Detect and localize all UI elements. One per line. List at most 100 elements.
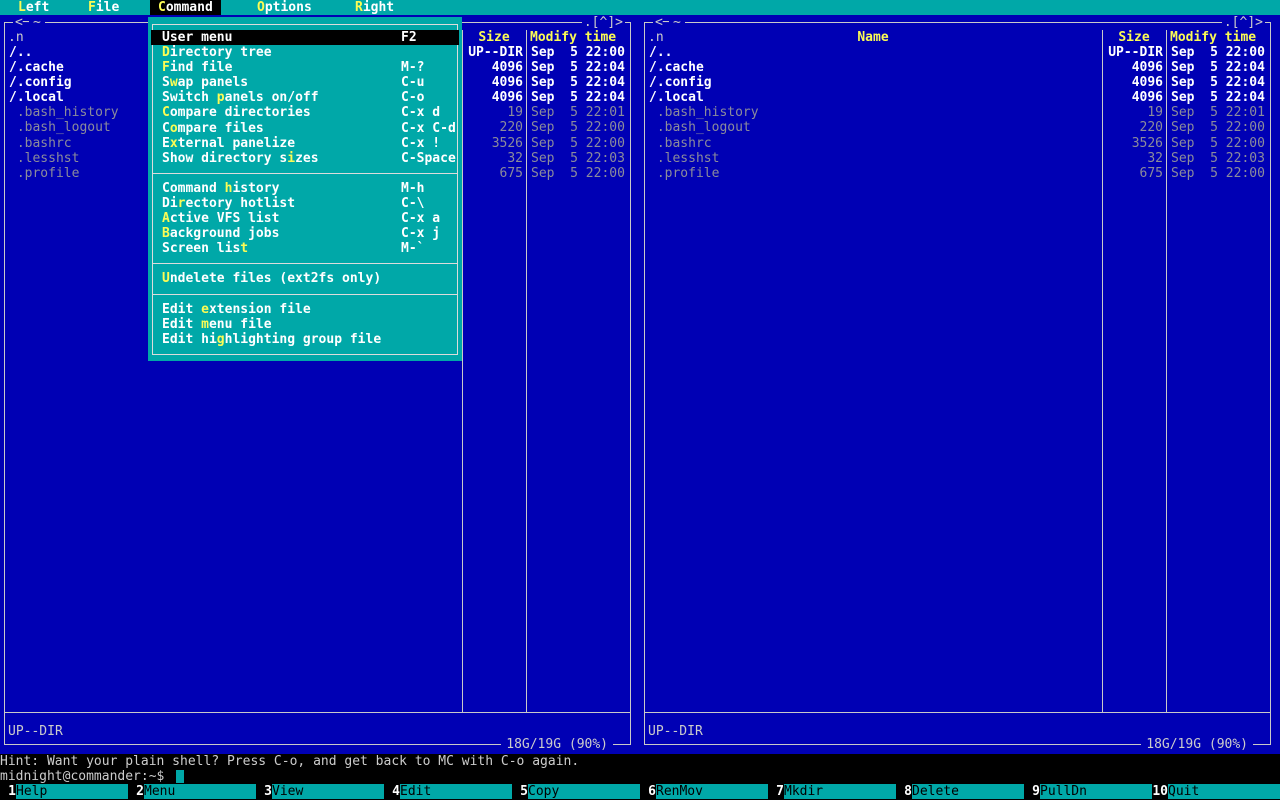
menu-item-directory-tree[interactable]: Directory tree [151, 45, 459, 60]
file-row-lesshst[interactable]: .lesshst 32 Sep 5 22:03 [645, 151, 1270, 166]
fkey-num-1[interactable]: 1 [0, 784, 16, 799]
fkey-num-4[interactable]: 4 [384, 784, 400, 799]
menu-item-edit-extension-file[interactable]: Edit extension file [151, 302, 459, 317]
terminal-cursor [176, 770, 184, 783]
fkey-button-menu[interactable]: Menu [144, 784, 256, 799]
fkey-num-10[interactable]: 10 [1152, 784, 1168, 799]
file-name: .bash_logout [9, 120, 111, 135]
menu-item-shortcut: C-x C-d [401, 121, 456, 136]
disk-usage: 18G/19G (90%) [501, 737, 613, 752]
menu-item-switch-panels-on-off[interactable]: Switch panels on/off C-o [151, 90, 459, 105]
file-mtime: Sep 5 22:04 [531, 60, 625, 75]
fkey-num-3[interactable]: 3 [256, 784, 272, 799]
file-name: /.. [649, 45, 673, 60]
file-row-bash-logout[interactable]: .bash_logout 220 Sep 5 22:00 [645, 120, 1270, 135]
hotkey-letter: h [224, 181, 233, 196]
file-row-local[interactable]: /.local 4096 Sep 5 22:04 [645, 90, 1270, 105]
menu-item-shortcut: C-x j [401, 226, 441, 241]
hotkey-letter: i [287, 151, 296, 166]
file-row-cache[interactable]: /.cache 4096 Sep 5 22:04 [645, 60, 1270, 75]
menu-item-show-directory-sizes[interactable]: Show directory sizes C-Space [151, 151, 459, 166]
file-name: /.config [649, 75, 712, 90]
fkey-num-9[interactable]: 9 [1024, 784, 1040, 799]
menu-item-label: Edit menu file [162, 317, 272, 332]
menubar-item-command[interactable]: Command [150, 0, 221, 15]
menu-separator [153, 263, 457, 264]
fkey-button-mkdir[interactable]: Mkdir [784, 784, 896, 799]
disk-usage: 18G/19G (90%) [1141, 737, 1253, 752]
fkey-button-edit[interactable]: Edit [400, 784, 512, 799]
file-row-[interactable]: /.. UP--DIR Sep 5 22:00 [645, 45, 1270, 60]
menu-item-edit-highlighting-group-file[interactable]: Edit highlighting group file [151, 332, 459, 347]
menu-item-command-history[interactable]: Command history M-h [151, 181, 459, 196]
menu-item-user-menu[interactable]: User menu F2 [151, 30, 459, 45]
menu-item-external-panelize[interactable]: External panelize C-x ! [151, 136, 459, 151]
menu-item-shortcut: F2 [401, 30, 417, 45]
hotkey-letter: B [162, 226, 170, 241]
fkey-num-2[interactable]: 2 [128, 784, 144, 799]
fkey-num-7[interactable]: 7 [768, 784, 784, 799]
menu-item-shortcut: M-` [401, 241, 425, 256]
file-mtime: Sep 5 22:00 [1171, 166, 1265, 181]
menu-item-edit-menu-file[interactable]: Edit menu file [151, 317, 459, 332]
file-size: 3526 [491, 136, 523, 151]
menu-separator [153, 294, 457, 295]
file-name: /.cache [9, 60, 64, 75]
menu-item-background-jobs[interactable]: Background jobs C-x j [151, 226, 459, 241]
menubar-item-file[interactable]: File [80, 0, 127, 15]
menu-item-shortcut: C-u [401, 75, 425, 90]
menu-item-label: Compare files [162, 121, 264, 136]
menu-item-label: Command history [162, 181, 280, 196]
fkey-button-quit[interactable]: Quit [1168, 784, 1280, 799]
menu-item-label: Screen list [162, 241, 249, 256]
fkey-button-view[interactable]: View [272, 784, 384, 799]
file-size: 220 [1139, 120, 1163, 135]
menu-item-find-file[interactable]: Find file M-? [151, 60, 459, 75]
menu-item-label: Directory tree [162, 45, 272, 60]
file-size: 220 [499, 120, 523, 135]
hint-line: Hint: Want your plain shell? Press C-o, … [0, 754, 580, 769]
file-name: .profile [9, 166, 80, 181]
menu-item-screen-list[interactable]: Screen list M-` [151, 241, 459, 256]
file-row-config[interactable]: /.config 4096 Sep 5 22:04 [645, 75, 1270, 90]
file-size: 4096 [491, 75, 523, 90]
menubar-item-left[interactable]: Left [10, 0, 57, 15]
hotkey-letter: r [177, 196, 186, 211]
menu-item-directory-hotlist[interactable]: Directory hotlist C-\ [151, 196, 459, 211]
shell-prompt[interactable]: midnight@commander:~$ [0, 769, 164, 784]
fkey-button-renmov[interactable]: RenMov [656, 784, 768, 799]
file-size: 675 [1139, 166, 1163, 181]
menu-item-label: Undelete files (ext2fs only) [162, 271, 382, 286]
fkey-button-copy[interactable]: Copy [528, 784, 640, 799]
menu-item-label: Find file [162, 60, 233, 75]
mini-status: UP--DIR [8, 724, 63, 739]
menu-item-undelete-files-ext2fs-only[interactable]: Undelete files (ext2fs only) [151, 271, 459, 286]
file-name: .bash_history [9, 105, 119, 120]
menu-item-label: Background jobs [162, 226, 280, 241]
file-size: 675 [499, 166, 523, 181]
file-row-profile[interactable]: .profile 675 Sep 5 22:00 [645, 166, 1270, 181]
file-list: /.. UP--DIR Sep 5 22:00 /.cache 4096 Sep 5 22… [644, 15, 1271, 748]
command-menu-dropdown: User menu F2 Directory tree Find file M-? Swa… [148, 17, 462, 361]
file-mtime: Sep 5 22:00 [1171, 120, 1265, 135]
hotkey-letter: w [169, 75, 178, 90]
menu-item-compare-directories[interactable]: Compare directories C-x d [151, 105, 459, 120]
fkey-button-delete[interactable]: Delete [912, 784, 1024, 799]
menu-item-shortcut: C-x d [401, 105, 441, 120]
menu-item-label: Edit extension file [162, 302, 311, 317]
menu-item-swap-panels[interactable]: Swap panels C-u [151, 75, 459, 90]
menubar-item-options[interactable]: Options [249, 0, 320, 15]
fkey-num-5[interactable]: 5 [512, 784, 528, 799]
fkey-num-6[interactable]: 6 [640, 784, 656, 799]
file-size: 4096 [1131, 90, 1163, 105]
file-mtime: Sep 5 22:00 [531, 120, 625, 135]
fkey-button-pulldn[interactable]: PullDn [1040, 784, 1152, 799]
file-row-bash-history[interactable]: .bash_history 19 Sep 5 22:01 [645, 105, 1270, 120]
menu-item-compare-files[interactable]: Compare files C-x C-d [151, 121, 459, 136]
file-row-bashrc[interactable]: .bashrc 3526 Sep 5 22:00 [645, 136, 1270, 151]
fkey-button-help[interactable]: Help [16, 784, 128, 799]
menubar-item-right[interactable]: Right [347, 0, 402, 15]
menu-item-active-vfs-list[interactable]: Active VFS list C-x a [151, 211, 459, 226]
fkey-num-8[interactable]: 8 [896, 784, 912, 799]
hotkey-letter: t [240, 241, 249, 256]
